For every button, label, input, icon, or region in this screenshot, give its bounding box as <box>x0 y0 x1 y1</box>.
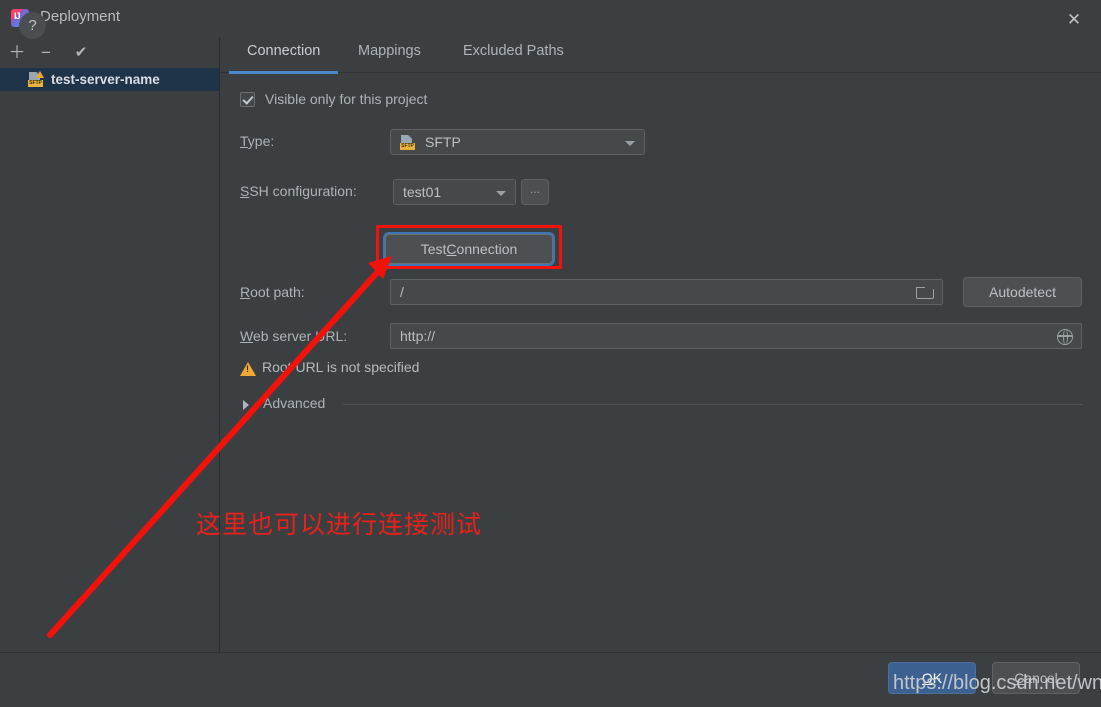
remove-server-button[interactable]: − <box>35 41 57 63</box>
tab-connection[interactable]: Connection <box>228 43 339 74</box>
server-list-item-label: test-server-name <box>51 72 160 87</box>
close-icon[interactable]: ✕ <box>1059 5 1089 33</box>
folder-icon[interactable] <box>916 287 934 299</box>
sftp-icon: SFTP <box>400 135 415 150</box>
ssh-configuration-browse-button[interactable]: ... <box>521 179 549 205</box>
advanced-divider <box>343 404 1083 405</box>
chevron-down-icon <box>625 141 635 146</box>
web-server-url-label: Web server URL: <box>240 328 348 344</box>
settings-tabs: Connection Mappings Excluded Paths <box>221 37 1101 74</box>
tab-excluded-paths[interactable]: Excluded Paths <box>459 43 568 73</box>
server-list-panel: ＋ − ✔ SFTP test-server-name <box>0 37 220 652</box>
connection-settings-panel: Connection Mappings Excluded Paths Visib… <box>221 37 1101 652</box>
test-connection-button[interactable]: Test Connection <box>385 234 553 264</box>
web-server-url-input[interactable]: http:// <box>390 323 1082 349</box>
deployment-dialog: Deployment ✕ ＋ − ✔ SFTP test-server-name… <box>0 0 1101 707</box>
ssh-configuration-label: SSH configuration: <box>240 183 357 199</box>
globe-icon[interactable] <box>1057 329 1073 345</box>
server-list: SFTP test-server-name <box>0 68 219 91</box>
root-url-warning-label: Root URL is not specified <box>262 359 420 375</box>
autodetect-button[interactable]: Autodetect <box>963 277 1082 307</box>
annotation-note: 这里也可以进行连接测试 <box>196 510 483 539</box>
help-button[interactable]: ? <box>19 12 46 39</box>
add-server-button[interactable]: ＋ <box>6 41 28 63</box>
type-dropdown[interactable]: SFTP SFTP <box>390 129 645 155</box>
server-list-item-test-server-name[interactable]: SFTP test-server-name <box>0 68 219 91</box>
server-list-toolbar: ＋ − ✔ <box>0 37 220 67</box>
chevron-down-icon <box>496 191 506 196</box>
ssh-configuration-value: test01 <box>403 184 442 200</box>
sftp-badge-label: SFTP <box>28 80 43 87</box>
visible-only-label: Visible only for this project <box>265 91 428 107</box>
root-path-label: Root path: <box>240 284 305 300</box>
visible-only-checkbox[interactable] <box>240 92 255 107</box>
dialog-title: Deployment <box>40 8 121 25</box>
set-default-server-button[interactable]: ✔ <box>70 41 92 63</box>
root-path-value: / <box>400 284 404 300</box>
root-path-input[interactable]: / <box>390 279 943 305</box>
sftp-type-badge-label: SFTP <box>400 143 415 150</box>
chevron-right-icon[interactable] <box>243 400 249 410</box>
watermark-text: https://blog.csdn.net/wn_07 <box>893 672 1101 694</box>
title-bar: Deployment ✕ <box>0 0 1101 37</box>
ssh-configuration-dropdown[interactable]: test01 <box>393 179 516 205</box>
advanced-section-label: Advanced <box>263 395 326 411</box>
sftp-server-icon: SFTP <box>28 71 44 87</box>
tab-mappings[interactable]: Mappings <box>354 43 425 73</box>
web-server-url-value: http:// <box>400 328 436 344</box>
type-label: Type: <box>240 133 275 149</box>
warning-triangle-icon <box>240 362 256 376</box>
